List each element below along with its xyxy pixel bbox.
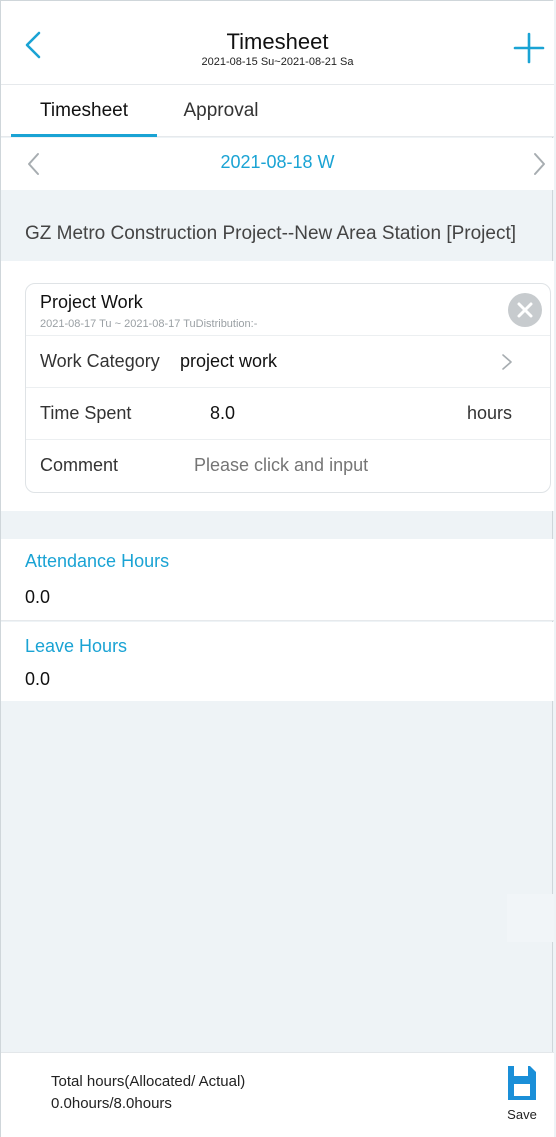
total-hours-value: 0.0hours/8.0hours <box>51 1095 172 1112</box>
header: Timesheet 2021-08-15 Su~2021-08-21 Sa <box>1 1 554 85</box>
current-date[interactable]: 2021-08-18 W <box>1 152 554 173</box>
background-block <box>507 894 554 942</box>
comment-row: Comment <box>26 440 550 492</box>
chevron-right-icon <box>500 352 514 372</box>
work-category-row[interactable]: Work Category project work <box>26 336 550 388</box>
project-title: GZ Metro Construction Project--New Area … <box>25 223 517 244</box>
tab-approval[interactable]: Approval <box>161 85 281 137</box>
date-navigator: 2021-08-18 W <box>1 138 554 190</box>
footer-bar: Total hours(Allocated/ Actual) 0.0hours/… <box>1 1052 554 1137</box>
save-button[interactable]: Save <box>502 1063 542 1127</box>
leave-value: 0.0 <box>25 669 51 689</box>
comment-input[interactable] <box>194 455 494 476</box>
entry-header: Project Work 2021-08-17 Tu ~ 2021-08-17 … <box>26 284 550 336</box>
close-icon <box>517 302 533 318</box>
plus-icon <box>513 32 545 64</box>
work-category-label: Work Category <box>40 351 160 371</box>
save-icon <box>508 1066 536 1100</box>
attendance-section: Attendance Hours 0.0 <box>1 539 554 621</box>
entry-section: Project Work 2021-08-17 Tu ~ 2021-08-17 … <box>1 261 554 511</box>
next-day-button[interactable] <box>528 151 550 177</box>
time-spent-label: Time Spent <box>40 403 132 423</box>
time-spent-row: Time Spent 8.0 hours <box>26 388 550 440</box>
time-spent-input[interactable]: 8.0 <box>210 403 235 424</box>
time-spent-unit: hours <box>466 403 512 423</box>
total-hours-label: Total hours(Allocated/ Actual) <box>51 1073 246 1090</box>
add-button[interactable] <box>512 31 546 65</box>
comment-label: Comment <box>40 455 119 475</box>
page-title: Timesheet <box>226 29 329 54</box>
attendance-value: 0.0 <box>25 587 51 607</box>
tab-bar: Timesheet Approval <box>1 85 554 137</box>
work-entry-card: Project Work 2021-08-17 Tu ~ 2021-08-17 … <box>25 283 551 493</box>
leave-label: Leave Hours <box>25 636 128 656</box>
work-category-value: project work <box>180 351 278 371</box>
save-label: Save <box>507 1107 537 1122</box>
attendance-label: Attendance Hours <box>25 551 170 571</box>
week-range: 2021-08-15 Su~2021-08-21 Sa <box>201 56 354 68</box>
tab-timesheet[interactable]: Timesheet <box>11 85 157 137</box>
timesheet-app: Timesheet 2021-08-15 Su~2021-08-21 Sa Ti… <box>0 0 554 1137</box>
leave-section: Leave Hours 0.0 <box>1 622 554 701</box>
entry-name: Project Work <box>40 292 143 312</box>
chevron-right-icon <box>534 153 545 175</box>
remove-entry-button[interactable] <box>508 293 542 327</box>
entry-dates: 2021-08-17 Tu ~ 2021-08-17 TuDistributio… <box>40 318 258 330</box>
